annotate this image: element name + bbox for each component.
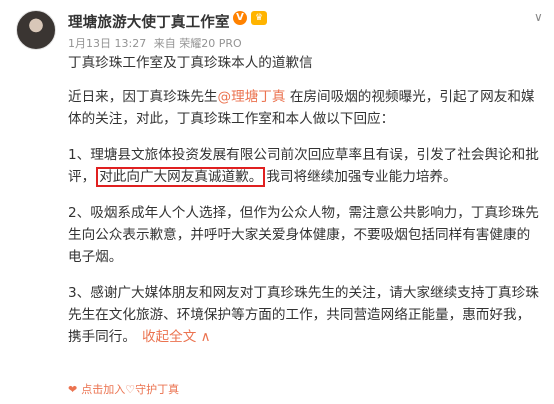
post-title: 丁真珍珠工作室及丁真珍珠本人的道歉信 <box>68 55 313 71</box>
paragraph-point-1: 1、理塘县文旅体投资发展有限公司前次回应草率且有误，引发了社会舆论和批评， 对此向… <box>68 144 542 188</box>
paragraph-point-2: 2、吸烟系成年人个人选择，但作为公众人物，需注意公共影响力，丁真珍珠先生向公众表… <box>68 205 539 265</box>
paragraph-point-3: 3、感谢广大媒体朋友和网友对丁真珍珠先生的关注，请大家继续支持丁真珍珠先生在文化… <box>68 282 542 348</box>
paragraph-intro: 近日来，因丁真珍珠先生@理塘丁真 在房间吸烟的视频曝光，引起了网友和媒体的关注，… <box>68 86 542 130</box>
heart-icon: ❤ <box>68 383 78 396</box>
username[interactable]: 理塘旅游大使丁真工作室 <box>68 11 230 32</box>
verified-badge-icon: V <box>233 11 247 25</box>
post-content: 丁真珍珠工作室及丁真珍珠本人的道歉信 近日来，因丁真珍珠先生@理塘丁真 在房间吸… <box>68 52 542 362</box>
collapse-text-link[interactable]: 收起全文 ∧ <box>142 329 211 345</box>
chevron-down-icon[interactable]: ∨ <box>534 10 543 24</box>
post-source: 来自 荣耀20 PRO <box>153 37 242 50</box>
mention-link[interactable]: @理塘丁真 <box>218 89 286 105</box>
join-fan-group-label: 点击加入♡守护丁真 <box>81 383 180 396</box>
post-date[interactable]: 1月13日 13:27 <box>68 37 146 50</box>
post-meta: 1月13日 13:27 来自 荣耀20 PRO <box>68 35 246 51</box>
intro-text-before: 近日来，因丁真珍珠先生 <box>68 89 218 105</box>
point1-text-after: 我司将继续加强专业能力培养。 <box>266 169 457 185</box>
highlighted-apology: 对此向广大网友真诚道歉。 <box>96 167 266 187</box>
join-fan-group-link[interactable]: ❤ 点击加入♡守护丁真 <box>68 381 179 397</box>
avatar[interactable] <box>16 10 56 50</box>
fan-medal-icon[interactable]: ♛ <box>251 11 267 25</box>
point3-text: 3、感谢广大媒体朋友和网友对丁真珍珠先生的关注，请大家继续支持丁真珍珠先生在文化… <box>68 285 539 345</box>
